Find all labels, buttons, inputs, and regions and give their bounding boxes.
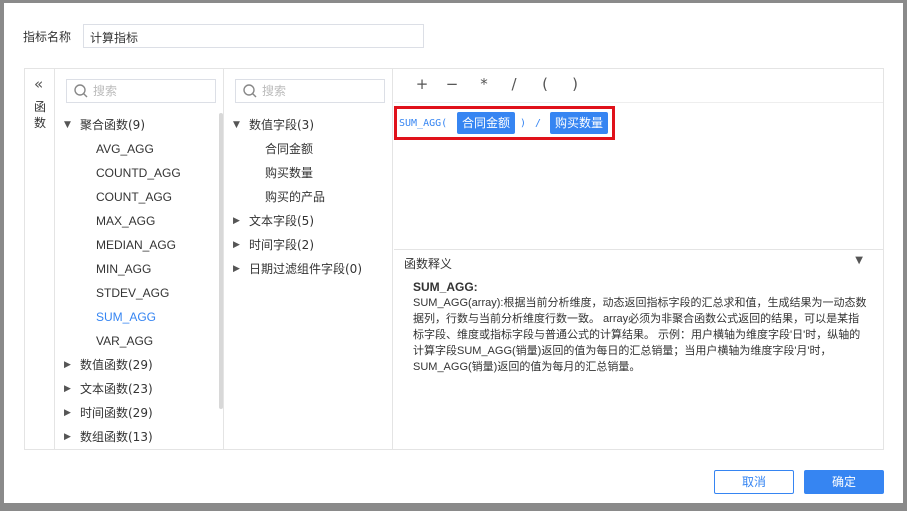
function-item-label: SUM_AGG <box>96 310 157 324</box>
formula-divide-operator: / <box>535 118 542 129</box>
field-group-label: 文本字段(5) <box>249 214 314 228</box>
function-item[interactable]: SUM_AGG <box>56 305 223 329</box>
function-item[interactable]: MIN_AGG <box>56 257 223 281</box>
function-group-label: 数组函数(13) <box>80 430 153 444</box>
operator-button[interactable]: ) <box>565 75 585 93</box>
caret-right-icon: ▶ <box>233 216 240 226</box>
function-item[interactable]: VAR_AGG <box>56 329 223 353</box>
field-tree: ▼ 数值字段(3) 合同金额购买数量购买的产品 ▶ 文本字段(5) ▶ 时间字段(2) ▶ 日期… <box>225 113 393 281</box>
function-search[interactable] <box>66 79 216 103</box>
indicator-name-input[interactable]: 计算指标 <box>83 24 424 48</box>
field-item[interactable]: 购买数量 <box>225 161 393 185</box>
function-item-label: COUNTD_AGG <box>96 166 181 180</box>
function-item[interactable]: AVG_AGG <box>56 137 223 161</box>
function-item-label: MIN_AGG <box>96 262 152 276</box>
caret-right-icon: ▶ <box>64 384 71 394</box>
caret-right-icon: ▶ <box>64 408 71 418</box>
field-search-input[interactable] <box>262 82 380 100</box>
caret-right-icon: ▶ <box>64 432 71 442</box>
operator-button[interactable]: − <box>442 75 462 93</box>
function-group[interactable]: ▶ 文本函数(23) <box>56 377 223 401</box>
field-group[interactable]: ▶ 时间字段(2) <box>225 233 393 257</box>
operator-button[interactable]: ( <box>535 75 555 93</box>
formula-field-tag-purchase-qty[interactable]: 购买数量 <box>550 112 609 134</box>
field-group[interactable]: ▼ 数值字段(3) <box>225 113 393 137</box>
field-item[interactable]: 合同金额 <box>225 137 393 161</box>
function-group[interactable]: ▶ 数值函数(29) <box>56 353 223 377</box>
function-description-title: 函数释义 <box>404 257 453 271</box>
caret-right-icon: ▶ <box>233 264 240 274</box>
operator-button[interactable]: / <box>504 75 524 93</box>
function-item[interactable]: STDEV_AGG <box>56 281 223 305</box>
function-item-label: MEDIAN_AGG <box>96 238 177 252</box>
field-item-label: 合同金额 <box>265 142 314 156</box>
caret-right-icon: ▶ <box>64 360 71 370</box>
formula-field-tag-contract-amount[interactable]: 合同金额 <box>457 112 516 134</box>
function-item[interactable]: MEDIAN_AGG <box>56 233 223 257</box>
function-item-label: VAR_AGG <box>96 334 154 348</box>
function-item-label: STDEV_AGG <box>96 286 170 300</box>
search-icon <box>243 84 257 98</box>
function-description-panel: 函数释义 ▼ SUM_AGG: SUM_AGG(array):根据当前分析维度，… <box>394 249 883 449</box>
field-group[interactable]: ▶ 日期过滤组件字段(0) <box>225 257 393 281</box>
function-item[interactable]: COUNT_AGG <box>56 185 223 209</box>
search-icon <box>74 84 88 98</box>
function-group-label: 文本函数(23) <box>80 382 153 396</box>
function-sidebar-strip: « 函 数 <box>25 69 55 449</box>
field-group-label: 时间字段(2) <box>249 238 314 252</box>
function-item-label: MAX_AGG <box>96 214 156 228</box>
field-item-label: 购买数量 <box>265 166 314 180</box>
cancel-button[interactable]: 取消 <box>714 470 794 494</box>
field-item[interactable]: 购买的产品 <box>225 185 393 209</box>
function-group[interactable]: ▶ 时间函数(29) <box>56 401 223 425</box>
caret-down-icon: ▼ <box>64 120 71 130</box>
function-sidebar-label: 函 数 <box>34 100 47 130</box>
function-description-name: SUM_AGG: <box>413 280 478 294</box>
formula-function-prefix: SUM_AGG( <box>399 118 448 129</box>
field-list-panel: ▼ 数值字段(3) 合同金额购买数量购买的产品 ▶ 文本字段(5) ▶ 时间字段(2) ▶ 日期… <box>225 69 393 449</box>
double-chevron-left-icon[interactable]: « <box>34 75 43 93</box>
field-group[interactable]: ▶ 文本字段(5) <box>225 209 393 233</box>
function-group-label: 聚合函数(9) <box>80 118 145 132</box>
function-tree: ▼ 聚合函数(9) AVG_AGG COUNTD_AGG COUNT_AGG MAX_AG… <box>56 113 223 449</box>
function-group-label: 数值函数(29) <box>80 358 153 372</box>
caret-down-icon: ▼ <box>233 120 240 130</box>
ok-button[interactable]: 确定 <box>804 470 884 494</box>
operator-button[interactable]: + <box>412 75 432 93</box>
function-item-label: AVG_AGG <box>96 142 154 156</box>
calculated-metric-dialog: 指标名称 计算指标 « 函 数 ▼ 聚合函数(9) AVG_AGG COUNTD_AG… <box>4 3 903 503</box>
formula-panel: + − * / () SUM_AGG( 合同金额 ) / 购买数量 函数释义 ▼ SUM… <box>394 69 883 449</box>
field-group-label: 数值字段(3) <box>249 118 314 132</box>
formula-expression[interactable]: SUM_AGG( 合同金额 ) / 购买数量 <box>394 106 615 140</box>
function-item[interactable]: COUNTD_AGG <box>56 161 223 185</box>
function-group[interactable]: ▶ 数组函数(13) <box>56 425 223 449</box>
field-group-label: 日期过滤组件字段(0) <box>249 262 362 276</box>
function-group-label: 时间函数(29) <box>80 406 153 420</box>
function-list-scrollbar[interactable] <box>219 113 223 409</box>
function-search-input[interactable] <box>93 82 211 100</box>
function-group[interactable]: ▼ 聚合函数(9) <box>56 113 223 137</box>
operator-button[interactable]: * <box>474 75 494 93</box>
formula-close-paren: ) <box>520 118 527 129</box>
formula-editor: « 函 数 ▼ 聚合函数(9) AVG_AGG COUNTD_AGG COUNT_AGG… <box>24 68 884 450</box>
function-list-panel: ▼ 聚合函数(9) AVG_AGG COUNTD_AGG COUNT_AGG MAX_AG… <box>56 69 224 449</box>
function-item-label: COUNT_AGG <box>96 190 173 204</box>
collapse-triangle-icon[interactable]: ▼ <box>855 255 863 266</box>
caret-right-icon: ▶ <box>233 240 240 250</box>
indicator-name-label: 指标名称 <box>23 30 72 44</box>
operator-toolbar: + − * / () <box>394 69 883 103</box>
function-item[interactable]: MAX_AGG <box>56 209 223 233</box>
field-item-label: 购买的产品 <box>265 190 326 204</box>
field-search[interactable] <box>235 79 385 103</box>
function-description-text: SUM_AGG(array):根据当前分析维度，动态返回指标字段的汇总求和值，生… <box>413 297 867 373</box>
